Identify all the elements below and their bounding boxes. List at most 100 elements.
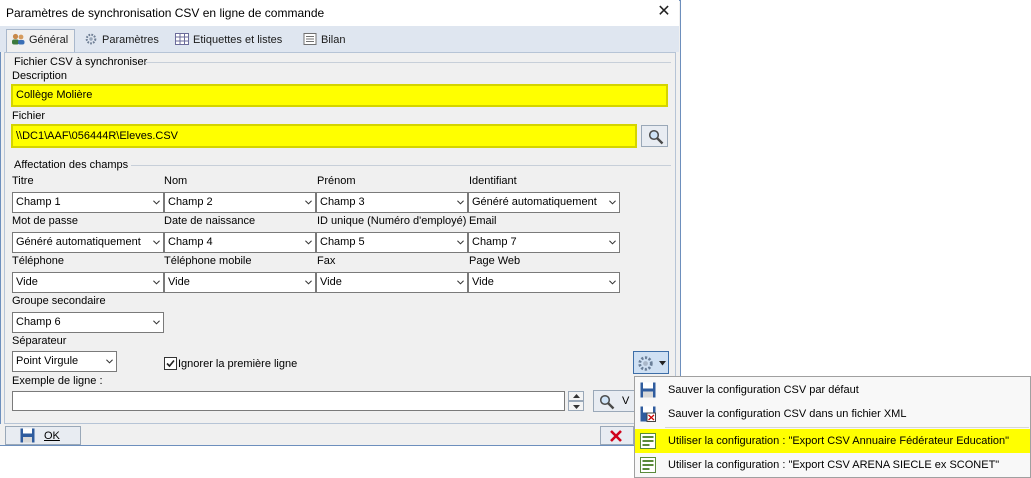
select-value: Vide <box>16 276 38 288</box>
tab-label: Etiquettes et listes <box>193 34 283 46</box>
window-title: Paramètres de synchronisation CSV en lig… <box>6 6 325 20</box>
spin-up-button[interactable] <box>568 391 584 401</box>
dialog-footer <box>0 424 679 445</box>
menu-item-save-xml[interactable]: Sauver la configuration CSV dans un fich… <box>635 402 1030 426</box>
tab-bilan[interactable]: Bilan <box>299 30 351 51</box>
field-label-fax: Fax <box>317 255 336 267</box>
gear-icon <box>638 356 653 371</box>
cancel-button[interactable] <box>600 426 634 445</box>
mapping-group-label: Affectation des champs <box>14 159 129 171</box>
id-unique-select[interactable]: Champ 5 <box>316 232 468 253</box>
separator-select[interactable]: Point Virgule <box>12 351 117 372</box>
config-context-menu: Sauver la configuration CSV par défaut S… <box>634 376 1031 478</box>
spin-down-button[interactable] <box>568 401 584 411</box>
example-line-input[interactable] <box>12 391 565 411</box>
save-icon <box>640 382 656 398</box>
checkmark-icon <box>166 359 175 368</box>
select-value: Champ 7 <box>472 236 517 248</box>
field-label-telephone: Téléphone <box>12 255 64 267</box>
menu-item-use-arena-config[interactable]: Utiliser la configuration : "Export CSV … <box>635 453 1030 477</box>
field-label-email: Email <box>469 215 497 227</box>
menu-divider <box>665 427 1029 428</box>
tab-general[interactable]: Général <box>6 29 76 53</box>
field-label-prenom: Prénom <box>317 175 356 187</box>
select-value: Généré automatiquement <box>472 196 597 208</box>
group-divider <box>131 165 671 166</box>
field-label-titre: Titre <box>12 175 34 187</box>
save-xml-icon <box>640 406 656 422</box>
field-label-telephone-mobile: Téléphone mobile <box>164 255 252 267</box>
identifiant-select[interactable]: Généré automatiquement <box>468 192 620 213</box>
telephone-select[interactable]: Vide <box>12 272 164 293</box>
view-button[interactable]: V <box>593 390 635 412</box>
example-line-label: Exemple de ligne : <box>12 375 103 387</box>
menu-item-label: Sauver la configuration CSV dans un fich… <box>668 408 907 420</box>
select-value: Point Virgule <box>16 355 79 367</box>
separator-label: Séparateur <box>12 335 67 347</box>
file-path-input[interactable]: \\DC1\AAF\056444R\Eleves.CSV <box>11 124 637 148</box>
mot-de-passe-select[interactable]: Généré automatiquement <box>12 232 164 253</box>
view-button-label: V <box>622 395 630 407</box>
field-label-groupe-secondaire: Groupe secondaire <box>12 295 106 307</box>
chevron-down-icon <box>609 280 616 285</box>
search-icon <box>648 129 664 145</box>
ignore-first-line-checkbox[interactable] <box>164 357 177 370</box>
chevron-down-icon <box>609 240 616 245</box>
chevron-down-icon <box>659 361 666 366</box>
field-label-page-web: Page Web <box>469 255 521 267</box>
chevron-down-icon <box>305 280 312 285</box>
file-label: Fichier <box>12 110 46 122</box>
table-icon <box>175 33 189 45</box>
chevron-down-icon <box>106 359 113 364</box>
telephone-mobile-select[interactable]: Vide <box>164 272 316 293</box>
select-value: Vide <box>168 276 190 288</box>
date-naissance-select[interactable]: Champ 4 <box>164 232 316 253</box>
title-bar: Paramètres de synchronisation CSV en lig… <box>0 0 679 26</box>
chevron-up-icon <box>573 394 580 398</box>
config-icon <box>640 457 656 473</box>
chevron-down-icon <box>457 200 464 205</box>
email-select[interactable]: Champ 7 <box>468 232 620 253</box>
chevron-down-icon <box>305 240 312 245</box>
csv-file-group-label: Fichier CSV à synchroniser <box>14 56 148 68</box>
config-menu-button[interactable] <box>633 351 669 374</box>
ignore-first-line-label: Ignorer la première ligne <box>178 358 298 370</box>
select-value: Champ 3 <box>320 196 365 208</box>
chevron-down-icon <box>457 240 464 245</box>
select-value: Champ 5 <box>320 236 365 248</box>
chevron-down-icon <box>153 240 160 245</box>
chevron-down-icon <box>573 405 580 409</box>
group-divider <box>145 62 671 63</box>
chevron-down-icon <box>457 280 464 285</box>
fax-select[interactable]: Vide <box>316 272 468 293</box>
titre-select[interactable]: Champ 1 <box>12 192 164 213</box>
menu-item-save-default[interactable]: Sauver la configuration CSV par défaut <box>635 378 1030 402</box>
select-value: Champ 1 <box>16 196 61 208</box>
tab-label: Bilan <box>321 34 346 46</box>
menu-item-use-annuaire-config[interactable]: Utiliser la configuration : "Export CSV … <box>635 429 1030 453</box>
tab-etiquettes[interactable]: Etiquettes et listes <box>171 30 288 51</box>
users-icon <box>12 33 25 45</box>
tab-label: Général <box>29 34 69 46</box>
field-label-identifiant: Identifiant <box>469 175 517 187</box>
browse-file-button[interactable] <box>641 125 668 147</box>
field-label-id-unique: ID unique (Numéro d'employé) <box>317 215 467 227</box>
ok-button[interactable]: OK <box>5 426 81 445</box>
select-value: Champ 2 <box>168 196 213 208</box>
groupe-secondaire-select[interactable]: Champ 6 <box>12 312 164 333</box>
nom-select[interactable]: Champ 2 <box>164 192 316 213</box>
description-label: Description <box>12 70 68 82</box>
list-icon <box>303 33 317 45</box>
ok-button-label: OK <box>44 430 60 442</box>
close-icon[interactable]: ✕ <box>652 1 676 23</box>
chevron-down-icon <box>153 280 160 285</box>
prenom-select[interactable]: Champ 3 <box>316 192 468 213</box>
menu-item-label: Sauver la configuration CSV par défaut <box>668 384 859 396</box>
select-value: Champ 6 <box>16 316 61 328</box>
page-web-select[interactable]: Vide <box>468 272 620 293</box>
select-value: Généré automatiquement <box>16 236 141 248</box>
tab-parametres[interactable]: Paramètres <box>80 30 165 51</box>
description-input[interactable]: Collège Molière <box>11 84 668 107</box>
cancel-icon <box>610 430 622 442</box>
menu-item-label: Utiliser la configuration : "Export CSV … <box>668 435 1010 447</box>
